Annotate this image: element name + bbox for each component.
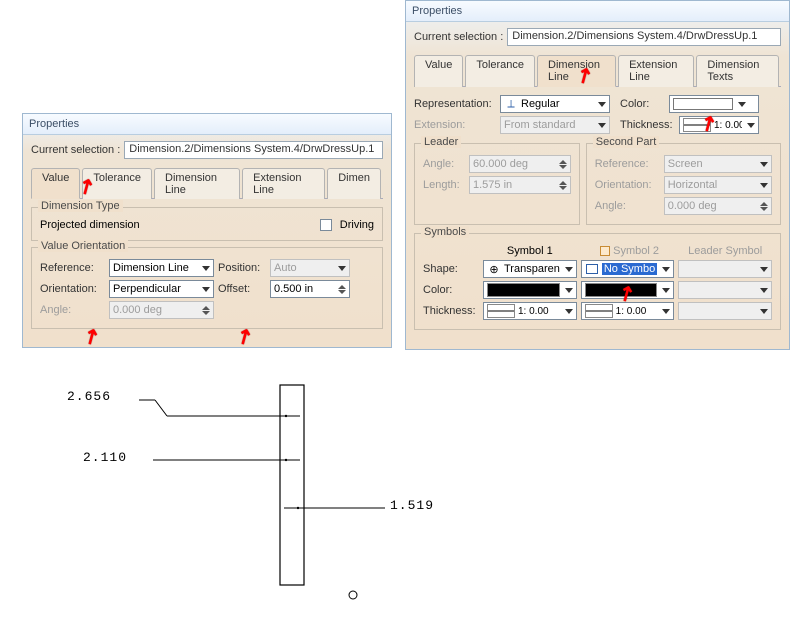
tab-dimension-line[interactable]: Dimension Line (537, 55, 616, 87)
tab-dimension-texts-cut[interactable]: Dimen (327, 168, 381, 199)
current-selection-label: Current selection : (414, 31, 503, 43)
open-circle-icon (487, 263, 501, 276)
angle-input: 0.000 deg (109, 301, 214, 319)
sp-orientation-combo: Horizontal (664, 176, 772, 194)
no-symbol-icon (585, 264, 599, 274)
line-weight-swatch (487, 304, 515, 318)
col-leader-symbol: Leader Symbol (678, 245, 772, 257)
sp-angle-label: Angle: (595, 200, 660, 212)
tab-dimension-line[interactable]: Dimension Line (154, 168, 240, 199)
tabs: Value Tolerance Dimension Line Extension… (31, 167, 383, 199)
tab-extension-line[interactable]: Extension Line (242, 168, 325, 199)
col-symbol1: Symbol 1 (483, 245, 577, 257)
drawing-view: 2.656 2.110 1.519 (55, 380, 555, 610)
current-selection-combo[interactable]: Dimension.2/Dimensions System.4/DrwDress… (124, 141, 383, 159)
shape-leader-combo (678, 260, 772, 278)
link-icon[interactable] (600, 246, 610, 256)
leader-length-label: Length: (423, 179, 465, 191)
group-symbols: Symbols Symbol 1 Symbol 2 Leader Symbol … (414, 233, 781, 330)
tab-value[interactable]: Value (31, 168, 80, 199)
leader-angle-label: Angle: (423, 158, 465, 170)
color1-combo[interactable] (483, 281, 577, 299)
offset-label: Offset: (218, 283, 266, 295)
thickness-combo[interactable]: 1: 0.00 (679, 116, 759, 134)
dimension-value-2: 2.110 (83, 450, 127, 465)
thickness-leader-combo (678, 302, 772, 320)
offset-input[interactable]: 0.500 in (270, 280, 350, 298)
driving-checkbox[interactable] (320, 219, 332, 231)
current-selection-combo[interactable]: Dimension.2/Dimensions System.4/DrwDress… (507, 28, 781, 46)
tab-dimension-texts[interactable]: Dimension Texts (696, 55, 779, 87)
sp-reference-label: Reference: (595, 158, 660, 170)
black-swatch (487, 283, 560, 297)
shape1-combo[interactable]: Transparen (483, 260, 577, 278)
sym-color-label: Color: (423, 284, 479, 296)
thickness-label: Thickness: (620, 119, 675, 131)
sp-angle-input: 0.000 deg (664, 197, 772, 215)
color2-combo[interactable] (581, 281, 675, 299)
reference-combo[interactable]: Dimension Line (109, 259, 214, 277)
line-weight-swatch (585, 304, 613, 318)
tab-tolerance[interactable]: Tolerance (82, 168, 152, 199)
color-label: Color: (620, 98, 665, 110)
tab-extension-line[interactable]: Extension Line (618, 55, 694, 87)
legend-second-part: Second Part (593, 136, 660, 148)
panel-title: Properties (23, 114, 391, 135)
color-combo[interactable] (669, 95, 759, 113)
sp-reference-combo: Screen (664, 155, 772, 173)
position-combo[interactable]: Auto (270, 259, 350, 277)
legend-value-orientation: Value Orientation (38, 240, 128, 252)
black-swatch (585, 283, 658, 297)
dimension-value-3: 1.519 (390, 498, 434, 513)
color-swatch (673, 98, 733, 110)
tab-value[interactable]: Value (414, 55, 463, 87)
legend-dimension-type: Dimension Type (38, 200, 123, 212)
tab-tolerance[interactable]: Tolerance (465, 55, 535, 87)
col-symbol2: Symbol 2 (581, 245, 675, 257)
group-second-part: Second Part Reference: Screen Orientatio… (586, 143, 781, 225)
extension-combo: From standard (500, 116, 610, 134)
left-properties-panel: Properties Current selection : Dimension… (22, 113, 392, 348)
regular-icon (504, 98, 518, 111)
sym-thickness-label: Thickness: (423, 305, 479, 317)
representation-label: Representation: (414, 98, 496, 110)
shape2-combo[interactable]: No Symbo (581, 260, 675, 278)
group-leader: Leader Angle: 60.000 deg Length: 1.575 i… (414, 143, 580, 225)
projected-dimension-text: Projected dimension (40, 219, 316, 231)
tabs: Value Tolerance Dimension Line Extension… (414, 54, 781, 87)
extension-label: Extension: (414, 119, 496, 131)
reference-label: Reference: (40, 262, 105, 274)
sp-orientation-label: Orientation: (595, 179, 660, 191)
position-label: Position: (218, 262, 266, 274)
angle-label: Angle: (40, 304, 105, 316)
panel-title: Properties (406, 1, 789, 22)
leader-angle-input: 60.000 deg (469, 155, 571, 173)
legend-symbols: Symbols (421, 226, 469, 238)
thickness2-combo[interactable]: 1: 0.00 (581, 302, 675, 320)
legend-leader: Leader (421, 136, 461, 148)
group-value-orientation: Value Orientation Reference: Dimension L… (31, 247, 383, 329)
shape-label: Shape: (423, 263, 479, 275)
color-leader-combo (678, 281, 772, 299)
current-selection-label: Current selection : (31, 144, 120, 156)
right-properties-panel: Properties Current selection : Dimension… (405, 0, 790, 350)
orientation-label: Orientation: (40, 283, 105, 295)
leader-length-input: 1.575 in (469, 176, 571, 194)
driving-label: Driving (340, 219, 374, 231)
thickness1-combo[interactable]: 1: 0.00 (483, 302, 577, 320)
dimension-value-1: 2.656 (67, 389, 111, 404)
group-dimension-type: Dimension Type Projected dimension Drivi… (31, 207, 383, 241)
line-weight-swatch (683, 118, 711, 132)
orientation-combo[interactable]: Perpendicular (109, 280, 214, 298)
representation-combo[interactable]: Regular (500, 95, 610, 113)
